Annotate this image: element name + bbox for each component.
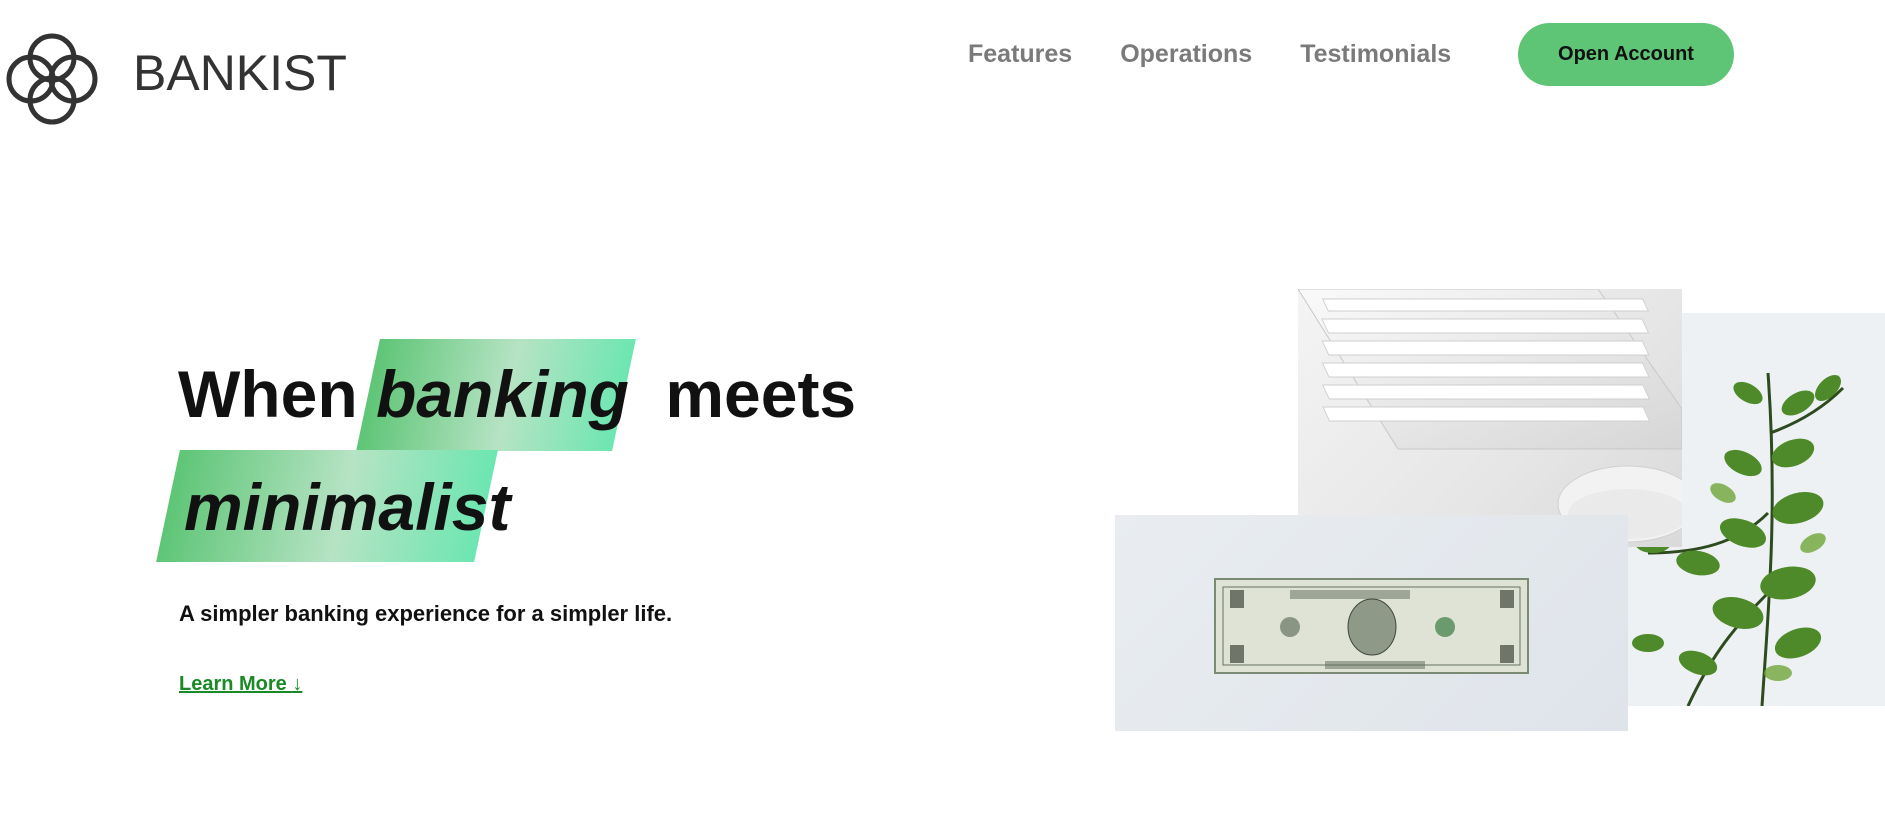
nav-link-testimonials[interactable]: Testimonials: [1300, 40, 1451, 69]
brand-name: BANKIST: [133, 45, 347, 101]
hero-word-when: When: [178, 357, 358, 431]
hero-title-line-1: When banking meets: [178, 339, 856, 451]
open-account-button[interactable]: Open Account: [1518, 23, 1734, 86]
page: BANKIST Features Operations Testimonials…: [0, 0, 1885, 818]
dollar-bill-photo: [1115, 515, 1628, 731]
keyboard-and-mouse-photo: [1298, 289, 1682, 547]
hero-word-meets: meets: [665, 357, 857, 431]
hero-highlight-banking: banking: [356, 339, 636, 451]
hero-title-line-2: minimalist: [156, 450, 510, 562]
learn-more-link[interactable]: Learn More ↓: [179, 673, 302, 696]
main-nav: Features Operations Testimonials: [968, 36, 1499, 72]
hero-highlight-minimalist: minimalist: [156, 450, 510, 562]
bankist-logo-icon[interactable]: [0, 27, 104, 131]
nav-link-operations[interactable]: Operations: [1120, 40, 1252, 69]
hero-word-banking: banking: [375, 357, 629, 431]
hero-word-minimalist: minimalist: [184, 470, 511, 544]
nav-link-features[interactable]: Features: [968, 40, 1072, 69]
hero-subtitle: A simpler banking experience for a simpl…: [179, 601, 673, 626]
header: BANKIST Features Operations Testimonials…: [0, 0, 1885, 140]
